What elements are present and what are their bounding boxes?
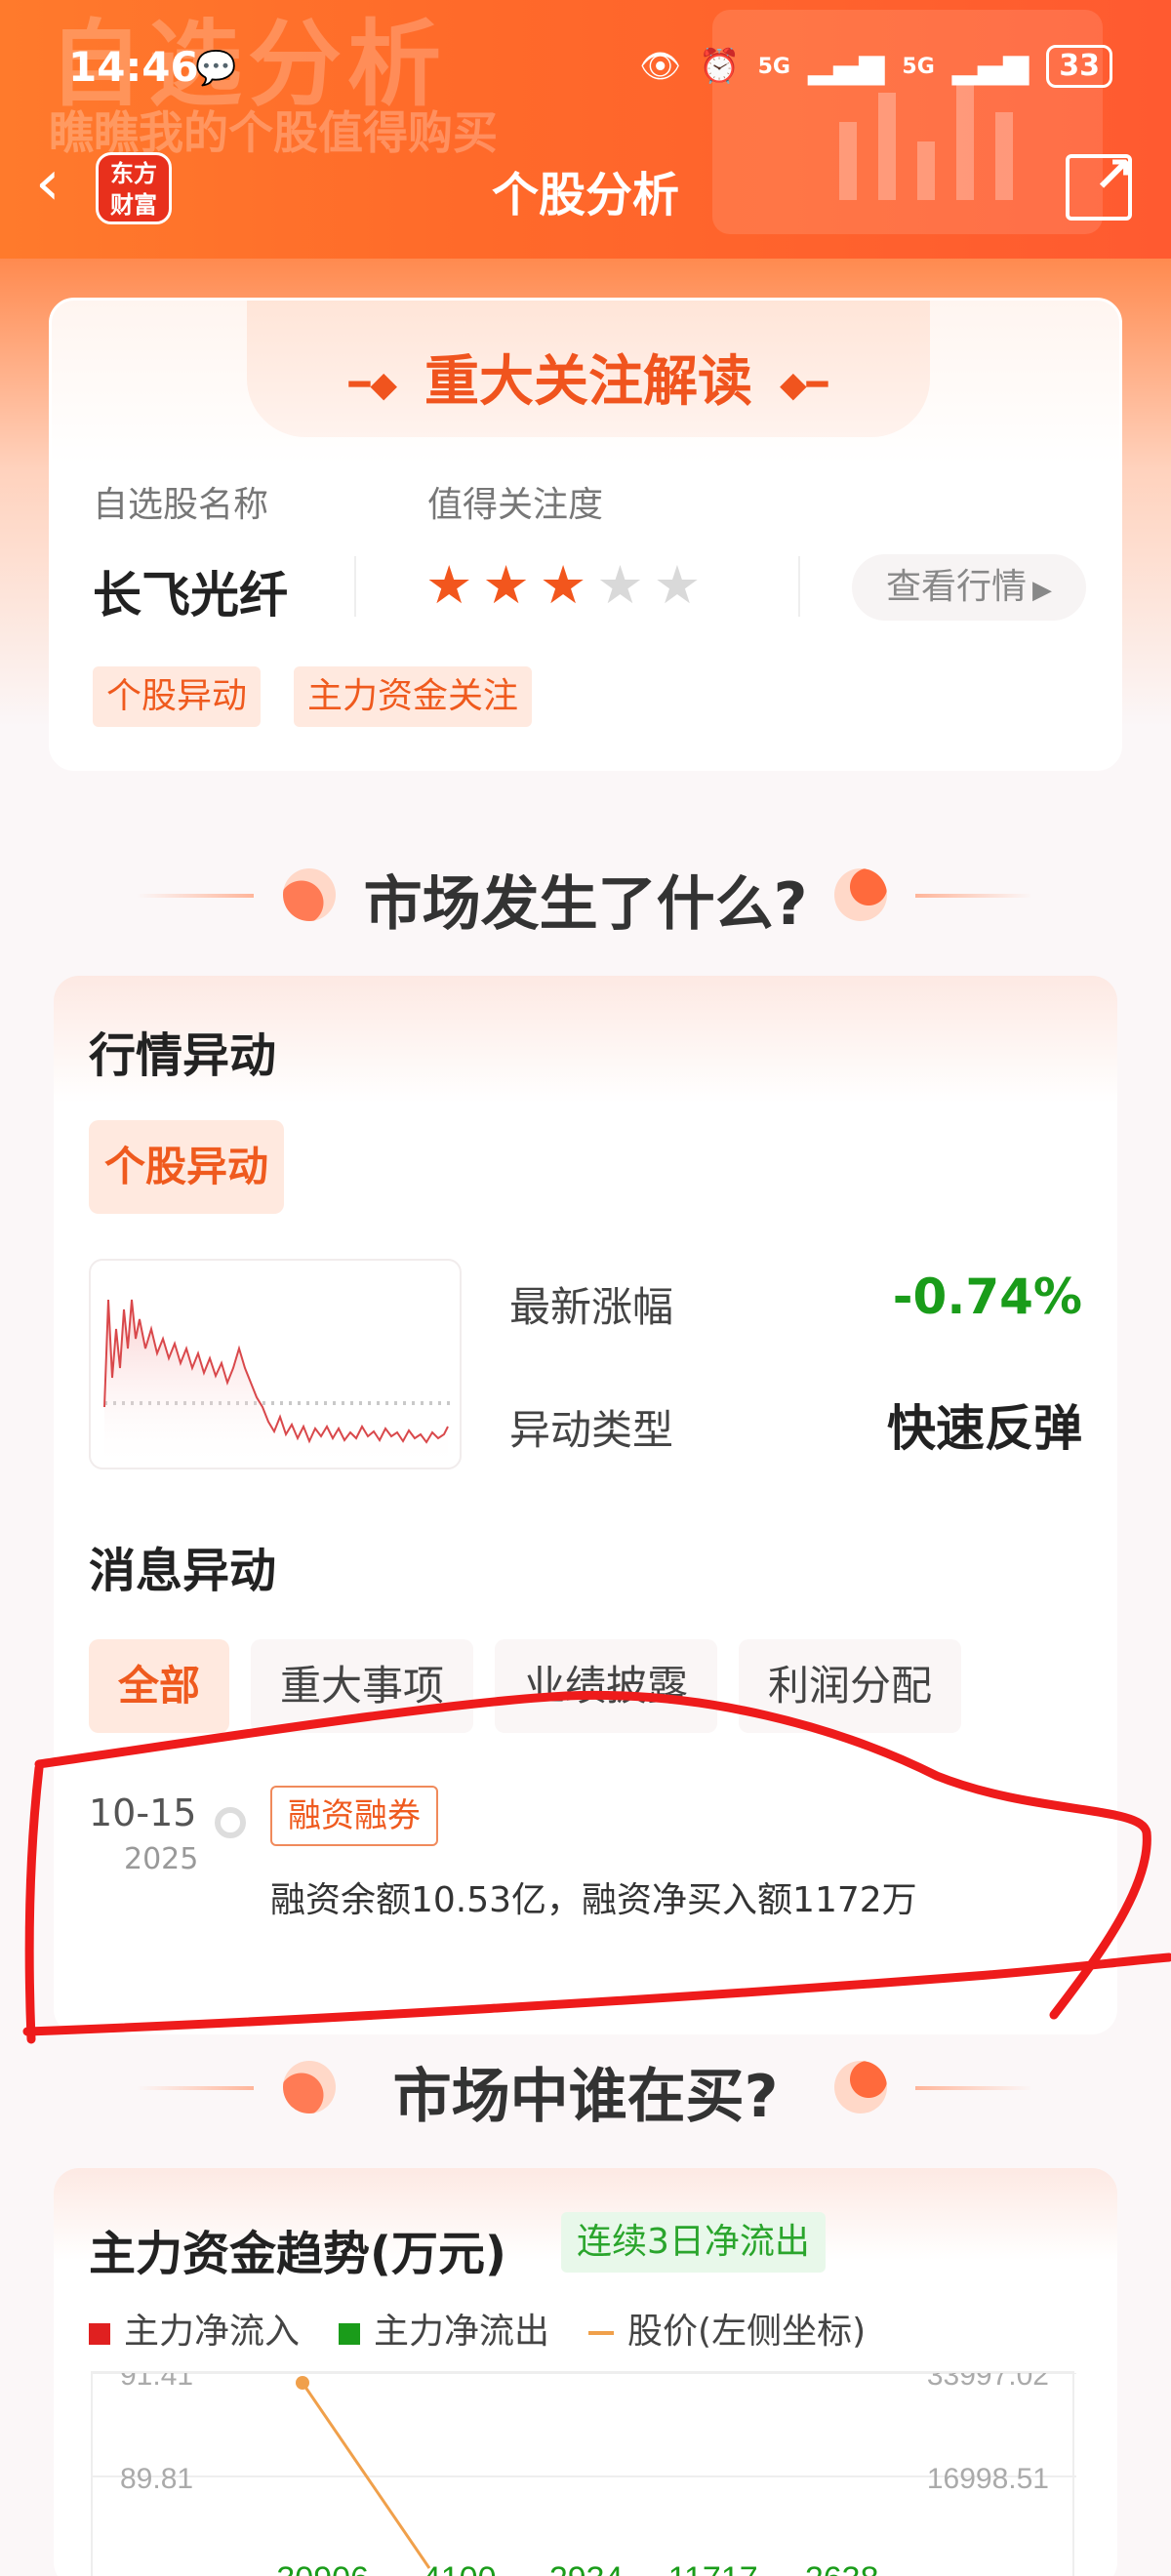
signal-bars-icon: ▂▄▆	[951, 47, 1030, 86]
latest-change-value: -0.74%	[892, 1268, 1082, 1325]
market-anomaly-card: 行情异动 个股异动 最新涨幅 -0.74% 异动类型 快速反弹 消息异动 全部 …	[54, 976, 1117, 2034]
bar-value-label: -4100	[412, 2560, 497, 2576]
star-empty-icon: ★	[596, 554, 644, 616]
star-filled-icon: ★	[539, 554, 587, 616]
bar-value-label: -30906	[265, 2560, 369, 2576]
section-who-buying: 市场中谁在买?	[392, 2063, 779, 2131]
capital-trend-title: 主力资金趋势(万元)	[89, 2227, 506, 2281]
intraday-mini-chart[interactable]	[89, 1259, 462, 1469]
intraday-sparkline	[103, 1299, 452, 1469]
stock-name-label: 自选股名称	[93, 485, 269, 525]
anomaly-type-label: 异动类型	[509, 1406, 674, 1454]
section-what-happened: 市场发生了什么?	[363, 870, 808, 939]
stock-name[interactable]: 长飞光纤	[93, 556, 288, 626]
legend-price[interactable]: 股价(左侧坐标)	[588, 2303, 866, 2354]
legend-inflow[interactable]: 主力净流入	[89, 2303, 300, 2354]
star-filled-icon: ★	[425, 554, 473, 616]
news-year: 2025	[124, 1842, 199, 1876]
legend-swatch-outflow	[339, 2323, 361, 2345]
bar-value-label: -11717	[657, 2560, 757, 2576]
timeline-dot-icon	[215, 1807, 246, 1838]
legend-swatch-inflow	[89, 2323, 110, 2345]
news-date: 10-15	[89, 1791, 197, 1834]
legend-outflow[interactable]: 主力净流出	[339, 2303, 549, 2354]
legend-inflow-label: 主力净流入	[124, 2312, 301, 2352]
section-line-right	[915, 894, 1032, 898]
latest-change-label: 最新涨幅	[509, 1283, 674, 1331]
diamond-right-icon: ◆━	[780, 365, 828, 406]
right-axis-tick: 16998.51	[927, 2463, 1049, 2495]
tab-earnings[interactable]: 业绩披露	[495, 1639, 718, 1733]
divider	[354, 556, 356, 617]
bar-value-label: -2934	[539, 2560, 624, 2576]
alarm-icon: ⏰	[699, 47, 741, 86]
market-anomaly-title: 行情异动	[89, 1028, 277, 1083]
legend-line-price	[588, 2331, 615, 2335]
left-axis-tick: 91.41	[120, 2373, 193, 2392]
star-filled-icon: ★	[482, 554, 530, 616]
view-quote-button[interactable]: 查看行情 ▶	[852, 554, 1086, 621]
eye-icon: 👁	[639, 47, 682, 86]
net-outflow-badge: 连续3日净流出	[561, 2212, 826, 2273]
battery-indicator: 33	[1046, 45, 1112, 88]
tab-major-events[interactable]: 重大事项	[251, 1639, 474, 1733]
capital-chart-svg: 91.41 89.81 33997.02 16998.51 -30906 -4100 -29…	[93, 2359, 1076, 2576]
price-point	[296, 2376, 309, 2390]
left-axis-tick: 89.81	[120, 2463, 193, 2495]
signal-5g-1: 5G	[757, 54, 790, 79]
attention-label: 值得关注度	[427, 485, 604, 525]
status-icons: 👁 ⏰ 5G ▂▄▆ 5G ▂▄▆ 33	[639, 45, 1112, 88]
tag-stock-anomaly[interactable]: 个股异动	[93, 666, 262, 727]
legend-price-label: 股价(左侧坐标)	[627, 2312, 867, 2352]
signal-5g-2: 5G	[902, 54, 935, 79]
capital-chart[interactable]: 91.41 89.81 33997.02 16998.51 -30906 -4100 -29…	[91, 2359, 1076, 2576]
tab-all[interactable]: 全部	[89, 1639, 230, 1733]
right-axis-tick: 33997.02	[927, 2373, 1049, 2392]
page-title: 个股分析	[491, 168, 679, 222]
anomaly-type-value: 快速反弹	[887, 1400, 1082, 1457]
summary-card: ━◆ 重大关注解读 ◆━ 自选股名称 值得关注度 长飞光纤 ★ ★ ★ ★ ★ 查看行情 ▶ …	[49, 298, 1122, 771]
caret-right-icon: ▶	[1032, 576, 1052, 605]
summary-title-row: ━◆ 重大关注解读 ◆━	[52, 338, 1125, 417]
wechat-icon: 💬	[195, 49, 237, 88]
capital-trend-card: 主力资金趋势(万元) 连续3日净流出 主力净流入 主力净流出 股价(左侧坐标) …	[54, 2168, 1117, 2576]
bubble-right-icon	[834, 2061, 887, 2113]
stock-anomaly-chip[interactable]: 个股异动	[89, 1120, 284, 1214]
divider	[798, 556, 800, 617]
view-quote-label: 查看行情	[885, 567, 1027, 607]
tag-main-capital[interactable]: 主力资金关注	[294, 666, 533, 727]
signal-bars-icon: ▂▄▆	[807, 47, 885, 86]
rating-stars: ★ ★ ★ ★ ★	[425, 556, 701, 615]
star-empty-icon: ★	[653, 554, 702, 616]
share-icon[interactable]	[1066, 146, 1134, 221]
tab-dividends[interactable]: 利润分配	[739, 1639, 962, 1733]
bar-value-label: -2638	[794, 2560, 879, 2576]
status-time: 14:46	[68, 43, 199, 91]
news-anomaly-title: 消息异动	[89, 1544, 277, 1598]
bubble-right-icon	[834, 868, 887, 921]
header-banner: 自选分析 瞧瞧我的个股值得购买 14:46 💬 👁 ⏰ 5G ▂▄▆ 5G ▂▄…	[0, 0, 1171, 259]
chart-legend: 主力净流入 主力净流出 股价(左侧坐标)	[89, 2303, 866, 2354]
news-text[interactable]: 融资余额10.53亿，融资净买入额1172万	[270, 1872, 917, 1922]
news-tag[interactable]: 融资融券	[270, 1786, 438, 1846]
diamond-left-icon: ━◆	[348, 365, 397, 406]
summary-title: 重大关注解读	[424, 350, 752, 414]
section-line-right	[915, 2086, 1032, 2090]
legend-outflow-label: 主力净流出	[374, 2312, 550, 2352]
news-tabs: 全部 重大事项 业绩披露 利润分配	[89, 1639, 962, 1733]
